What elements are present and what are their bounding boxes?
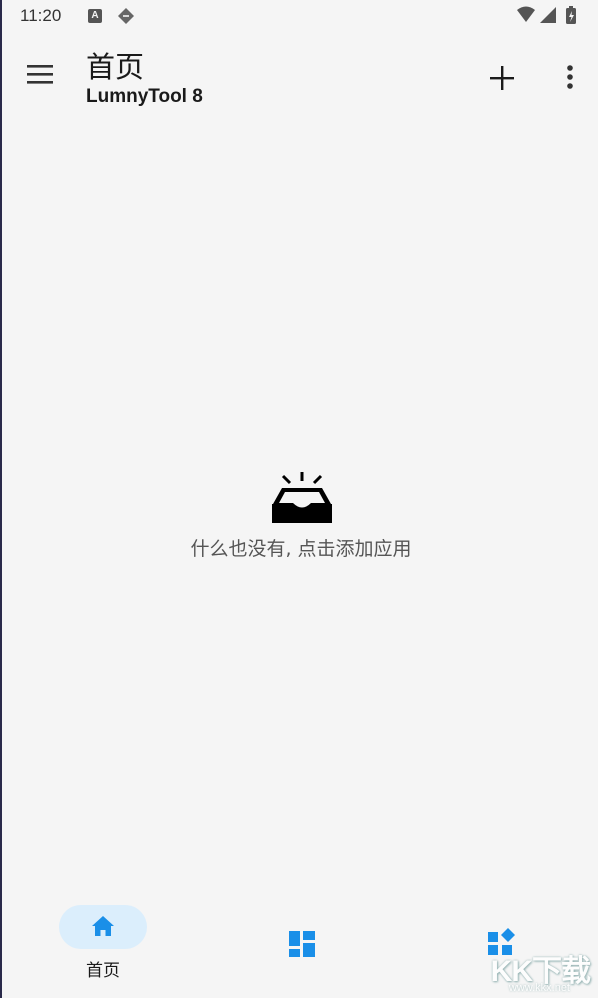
status-time: 11:20 bbox=[20, 6, 62, 25]
menu-button[interactable] bbox=[24, 60, 58, 90]
more-options-button[interactable] bbox=[558, 62, 582, 94]
status-right-icons bbox=[516, 6, 582, 26]
plus-icon bbox=[490, 66, 514, 90]
wifi-icon bbox=[517, 6, 535, 22]
menu-icon bbox=[27, 65, 53, 84]
status-bar: 11:20 A bbox=[2, 0, 598, 34]
notification-a-icon: A bbox=[88, 9, 102, 23]
empty-inbox-icon bbox=[269, 470, 335, 526]
watermark-url: www.kkx.net bbox=[508, 982, 570, 994]
nav-item-home[interactable] bbox=[59, 905, 147, 949]
page-title: 首页 bbox=[86, 50, 145, 84]
home-icon bbox=[92, 916, 114, 936]
notification-tag-icon bbox=[116, 7, 136, 29]
nav-item-dashboard[interactable] bbox=[288, 930, 316, 958]
more-vert-icon bbox=[567, 65, 573, 89]
nav-item-home-label: 首页 bbox=[86, 961, 120, 981]
add-button[interactable] bbox=[486, 62, 518, 94]
watermark-logo: KK下载 www.kkx.net bbox=[476, 944, 596, 998]
dashboard-icon bbox=[289, 931, 315, 957]
app-screen: 11:20 A 首页 LumnyTool 8 什么也没有, 点击添加应用 首页 … bbox=[0, 0, 598, 998]
empty-state-message: 什么也没有, 点击添加应用 bbox=[190, 538, 412, 560]
page-subtitle: LumnyTool 8 bbox=[86, 86, 203, 107]
status-system-icons bbox=[517, 6, 576, 24]
signal-icon bbox=[540, 7, 556, 23]
